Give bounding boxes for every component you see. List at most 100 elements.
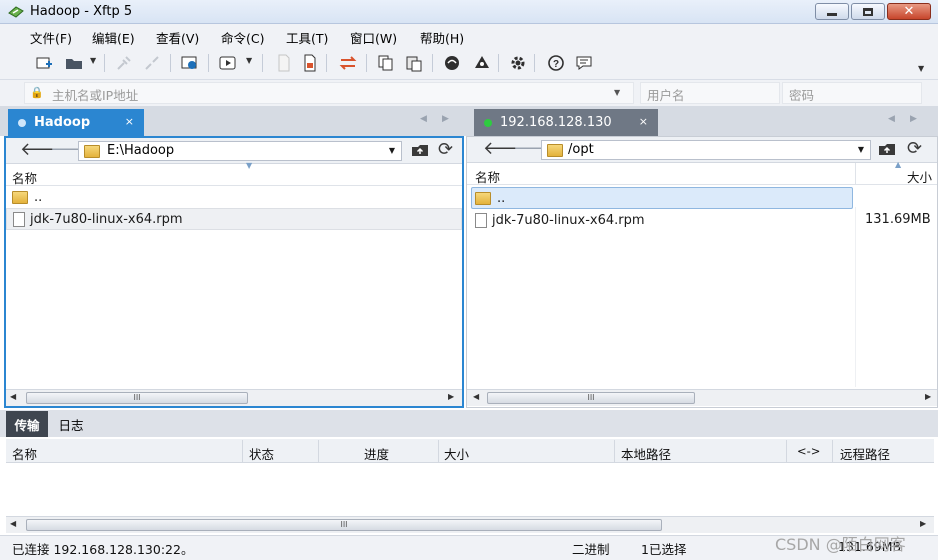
xmanager-button[interactable] [470, 52, 494, 74]
local-horizontal-scrollbar[interactable]: ◀ III ▶ [6, 389, 462, 406]
scroll-left-icon[interactable]: ◀ [10, 519, 16, 528]
run-button[interactable] [216, 52, 240, 74]
tab-remote-session[interactable]: 192.168.128.130 × [474, 109, 658, 136]
col-transfer-size[interactable]: 大小 [444, 444, 469, 463]
menu-help[interactable]: 帮助(H) [420, 28, 464, 47]
disconnect-button[interactable] [140, 52, 164, 74]
help-button[interactable]: ? [544, 52, 568, 74]
scroll-left-icon[interactable]: ◀ [473, 392, 479, 401]
scroll-thumb[interactable]: III [26, 519, 662, 531]
connection-status: 已连接 192.168.128.130:22。 [12, 542, 194, 557]
toolbar-separator [432, 54, 433, 72]
list-item-selected[interactable]: .. [471, 187, 853, 209]
tab-scroll-left-icon[interactable]: ◀ [888, 114, 895, 124]
tab-log[interactable]: 日志 [50, 411, 92, 437]
file-size: 131.69MB [865, 212, 931, 227]
title-bar [0, 0, 938, 24]
sort-indicator-icon: ▲ [895, 160, 902, 169]
toolbar-separator [366, 54, 367, 72]
tab-scroll-left-icon[interactable]: ◀ [420, 114, 427, 124]
col-name-header[interactable]: 名称 [12, 168, 37, 187]
copy-icon [378, 55, 393, 71]
transfer-arrows-icon [339, 56, 357, 70]
remote-path-input[interactable]: /opt ▼ [541, 140, 871, 160]
connect-button[interactable] [112, 52, 136, 74]
parent-folder-button[interactable] [877, 140, 897, 158]
paste-icon [406, 56, 422, 72]
transfer-list[interactable] [6, 463, 934, 515]
refresh-icon[interactable]: ⟳ [438, 139, 453, 160]
menu-view[interactable]: 查看(V) [156, 28, 199, 47]
new-session-button[interactable] [32, 52, 56, 74]
new-file-button[interactable] [272, 52, 296, 74]
refresh-icon[interactable]: ⟳ [907, 138, 922, 159]
tab-close-icon[interactable]: × [125, 115, 134, 128]
menu-window[interactable]: 窗口(W) [350, 28, 397, 47]
xshell-button[interactable] [440, 52, 464, 74]
col-transfer-progress[interactable]: 进度 [364, 444, 389, 463]
toolbar-overflow-arrow[interactable]: ▼ [918, 64, 924, 73]
tab-scroll-right-icon[interactable]: ▶ [910, 114, 917, 124]
menu-command[interactable]: 命令(C) [221, 28, 264, 47]
menu-file[interactable]: 文件(F) [30, 28, 72, 47]
remote-column-header[interactable]: 名称 ▲ 大小 [467, 160, 937, 186]
menu-edit[interactable]: 编辑(E) [92, 28, 135, 47]
open-dropdown-arrow[interactable]: ▼ [90, 56, 96, 65]
col-transfer-name[interactable]: 名称 [12, 444, 37, 463]
feedback-button[interactable] [572, 52, 596, 74]
close-icon: ✕ [903, 4, 915, 19]
file-name: jdk-7u80-linux-x64.rpm [30, 211, 183, 227]
col-direction[interactable]: <-> [797, 444, 820, 458]
close-window-button[interactable]: ✕ [887, 3, 931, 20]
document-icon [278, 54, 290, 72]
host-placeholder: 主机名或IP地址 [52, 88, 139, 103]
manager-icon [475, 56, 489, 68]
local-path-bar: 🡐 🡒 E:\Hadoop ▼ ⟳ [6, 138, 462, 164]
tab-scroll-right-icon[interactable]: ▶ [442, 114, 449, 124]
minimize-button[interactable] [815, 3, 849, 20]
open-session-button[interactable] [62, 52, 86, 74]
tab-close-icon[interactable]: × [639, 115, 648, 128]
username-placeholder: 用户名 [647, 88, 685, 103]
scroll-left-icon[interactable]: ◀ [10, 392, 16, 401]
copy-button[interactable] [374, 52, 398, 74]
scroll-right-icon[interactable]: ▶ [448, 392, 454, 401]
tab-transfer[interactable]: 传输 [6, 411, 48, 437]
new-session-icon [36, 57, 52, 69]
transfer-mode[interactable]: 二进制 [572, 539, 610, 558]
list-item[interactable]: jdk-7u80-linux-x64.rpm 131.69MB [467, 209, 937, 231]
scroll-right-icon[interactable]: ▶ [925, 392, 931, 401]
path-dropdown-arrow[interactable]: ▼ [858, 145, 864, 154]
path-dropdown-arrow[interactable]: ▼ [389, 146, 395, 155]
parent-folder-button[interactable] [410, 141, 430, 159]
maximize-button[interactable] [851, 3, 885, 20]
toolbar-separator [104, 54, 105, 72]
scroll-thumb[interactable]: III [26, 392, 248, 404]
col-transfer-status[interactable]: 状态 [249, 444, 274, 463]
remote-horizontal-scrollbar[interactable]: ◀ III ▶ [467, 389, 937, 406]
watermark: CSDN @陌白网客 [775, 535, 906, 554]
maximize-icon [863, 7, 873, 16]
list-item[interactable]: jdk-7u80-linux-x64.rpm [6, 208, 462, 230]
list-item[interactable]: .. [6, 186, 462, 208]
run-dropdown-arrow[interactable]: ▼ [246, 56, 252, 65]
scroll-thumb[interactable]: III [487, 392, 695, 404]
local-column-header[interactable]: 名称 ▼ [6, 161, 462, 187]
scroll-right-icon[interactable]: ▶ [920, 519, 926, 528]
session-properties-button[interactable] [178, 52, 202, 74]
paste-button[interactable] [402, 52, 426, 74]
transfer-button[interactable] [336, 52, 360, 74]
toolbar-separator [170, 54, 171, 72]
menu-tools[interactable]: 工具(T) [286, 28, 328, 47]
col-name-header[interactable]: 名称 [475, 167, 500, 186]
app-logo-icon [8, 5, 24, 19]
local-path-input[interactable]: E:\Hadoop ▼ [78, 141, 402, 161]
host-dropdown-arrow[interactable]: ▼ [614, 88, 620, 97]
edit-file-button[interactable] [298, 52, 322, 74]
unplug-icon [145, 56, 159, 70]
options-button[interactable] [506, 52, 530, 74]
col-remote-path[interactable]: 远程路径 [840, 444, 890, 463]
col-size-header[interactable]: 大小 [907, 167, 932, 186]
col-local-path[interactable]: 本地路径 [621, 444, 671, 463]
tab-local-hadoop[interactable]: Hadoop × [8, 109, 144, 136]
